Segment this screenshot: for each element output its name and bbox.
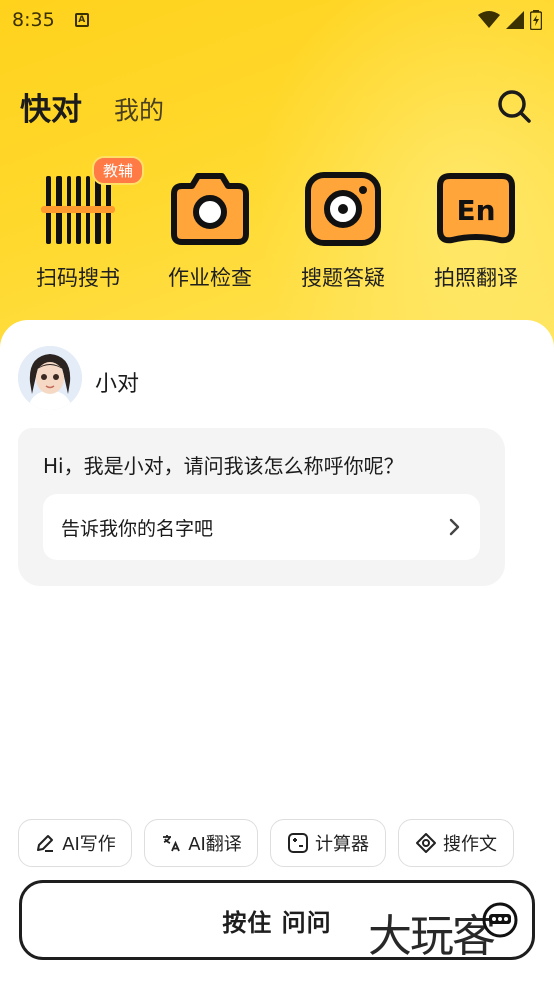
chip-search-essay[interactable]: 搜作文 bbox=[398, 819, 514, 867]
status-bar: 8:35 A bbox=[0, 0, 554, 40]
tab-kuaidui[interactable]: 快对 bbox=[20, 84, 82, 129]
quick-actions: AI写作 AI翻译 计算器 搜作文 bbox=[18, 819, 538, 867]
camera-search-icon bbox=[303, 168, 383, 248]
camera-icon bbox=[170, 168, 250, 248]
chip-label: 搜作文 bbox=[443, 834, 497, 855]
chip-ai-translate[interactable]: AI翻译 bbox=[144, 819, 258, 867]
compass-icon bbox=[416, 833, 436, 853]
tool-row: 扫码搜书 作业检查 搜题答疑 En 拍照翻译 bbox=[0, 168, 554, 298]
chip-label: AI写作 bbox=[62, 834, 116, 855]
translate-icon bbox=[163, 835, 181, 852]
tool-scan-book[interactable]: 扫码搜书 bbox=[18, 168, 138, 292]
battery-icon bbox=[530, 10, 542, 30]
pen-icon bbox=[37, 835, 54, 852]
tool-question-search[interactable]: 搜题答疑 bbox=[283, 168, 403, 292]
suggestion-card[interactable]: 告诉我你的名字吧 bbox=[43, 494, 480, 560]
bot-name: 小对 bbox=[95, 372, 140, 397]
translate-en-glyph: En bbox=[456, 194, 495, 227]
search-button[interactable] bbox=[494, 86, 534, 126]
translate-en-icon: En bbox=[436, 168, 516, 248]
tool-homework-check[interactable]: 作业检查 bbox=[150, 168, 270, 292]
tool-label: 拍照翻译 bbox=[434, 266, 518, 290]
message-bubble: Hi，我是小对，请问我该怎么称呼你呢？ 告诉我你的名字吧 bbox=[18, 428, 505, 586]
tool-photo-translate[interactable]: En 拍照翻译 bbox=[416, 168, 536, 292]
chip-label: AI翻译 bbox=[188, 834, 242, 855]
search-icon bbox=[498, 90, 531, 123]
wifi-icon bbox=[478, 11, 500, 28]
header: 快对 我的 bbox=[20, 80, 534, 132]
watermark-logo-icon bbox=[482, 902, 518, 938]
notification-icon: A bbox=[74, 13, 89, 27]
tool-label: 作业检查 bbox=[168, 266, 252, 290]
tool-label: 搜题答疑 bbox=[301, 266, 385, 290]
tutor-badge: 教辅 bbox=[92, 156, 145, 185]
calculator-icon bbox=[288, 833, 308, 853]
avatar bbox=[18, 346, 82, 410]
suggestion-text: 告诉我你的名字吧 bbox=[61, 517, 214, 540]
ask-button-label: 按住 问问 bbox=[222, 908, 332, 937]
bot-message: Hi，我是小对，请问我该怎么称呼你呢？ bbox=[43, 454, 404, 478]
chip-label: 计算器 bbox=[315, 834, 369, 855]
tab-mine[interactable]: 我的 bbox=[114, 91, 164, 127]
chip-calculator[interactable]: 计算器 bbox=[270, 819, 386, 867]
signal-icon bbox=[506, 11, 524, 29]
status-time: 8:35 bbox=[12, 9, 55, 31]
tool-label: 扫码搜书 bbox=[36, 266, 120, 290]
chevron-right-icon bbox=[449, 518, 460, 536]
chip-ai-writing[interactable]: AI写作 bbox=[18, 819, 132, 867]
watermark-text: 大玩客 bbox=[368, 911, 496, 962]
